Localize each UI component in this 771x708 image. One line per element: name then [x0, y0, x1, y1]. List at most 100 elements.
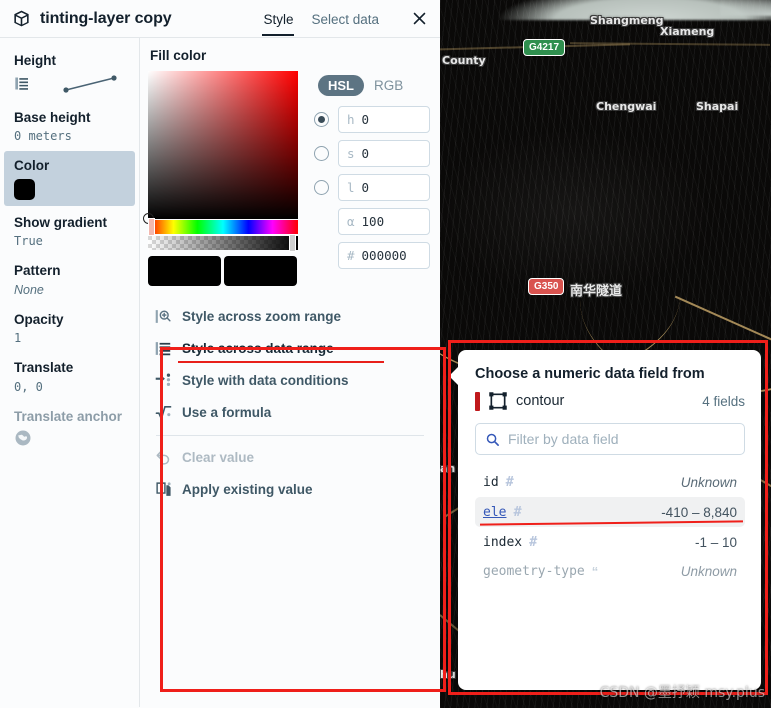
- lightness-input-key: l: [347, 180, 355, 195]
- sidebar-item-label: Translate: [14, 360, 74, 376]
- menu-item-clear-value: Clear value: [150, 441, 430, 473]
- alpha-slider[interactable]: [148, 234, 298, 252]
- sidebar-item-value: 0, 0: [14, 379, 43, 394]
- data-field-row-geometry-type[interactable]: geometry-type “ Unknown: [475, 557, 745, 586]
- alpha-slider-thumb[interactable]: [289, 234, 296, 252]
- color-swatch[interactable]: [14, 178, 35, 200]
- annotation-underline: [178, 361, 384, 363]
- map-snowcap-secondary: [720, 0, 771, 16]
- saturation-input-key: s: [347, 146, 355, 161]
- globe-icon[interactable]: [14, 429, 127, 452]
- saturation-input-value: 0: [361, 146, 370, 161]
- style-panel: tinting-layer copy Style Select data Hei…: [0, 0, 440, 708]
- radio-h[interactable]: [314, 112, 329, 127]
- sidebar-item-height[interactable]: Height: [0, 46, 139, 101]
- menu-item-label: Apply existing value: [182, 481, 313, 497]
- zoom-range-icon: [154, 307, 172, 325]
- numeric-type-icon: #: [529, 534, 538, 550]
- map-label: hu: [440, 668, 456, 681]
- formula-icon: [154, 403, 172, 421]
- color-picker: HSL RGB h 0 s 0 l 0 α 100 # 000000: [143, 71, 430, 286]
- watermark: CSDN @墨抒颖 msy.plus: [599, 685, 765, 701]
- hue-slider[interactable]: [148, 218, 298, 236]
- menu-item-style-across-data-range[interactable]: Style across data range: [150, 332, 430, 364]
- app-root: Shangmeng Xiameng County Chengwai Shapai 南华隧道…: [0, 0, 771, 708]
- numeric-type-icon: #: [513, 504, 522, 520]
- sidebar-item-translate[interactable]: Translate 0, 0: [0, 353, 139, 400]
- radio-s[interactable]: [314, 146, 329, 161]
- data-field-range: Unknown: [680, 474, 737, 490]
- map-label: Shangmeng: [590, 14, 664, 27]
- alpha-input[interactable]: α 100: [338, 208, 430, 235]
- menu-item-label: Style across data range: [182, 340, 334, 356]
- menu-item-style-across-zoom-range[interactable]: Style across zoom range: [150, 300, 430, 332]
- alpha-field-row: α 100: [314, 208, 430, 235]
- sidebar-item-label: Show gradient: [14, 214, 108, 230]
- sidebar-item-label: Base height: [14, 109, 91, 125]
- map-label: Shapai: [696, 100, 739, 113]
- sidebar-item-value: 0 meters: [14, 129, 72, 144]
- hue-slider-thumb[interactable]: [148, 218, 155, 236]
- sidebar-item-label: Translate anchor: [14, 408, 123, 424]
- source-field-count: 4 fields: [702, 393, 745, 409]
- tab-style[interactable]: Style: [262, 3, 295, 36]
- color-mode-rgb[interactable]: RGB: [374, 78, 403, 93]
- hex-input-key: #: [347, 248, 355, 263]
- property-sidebar: Height Base height 0 meters Color Show gradi…: [0, 38, 140, 707]
- data-field-range: -410 – 8,840: [661, 504, 737, 520]
- map-label: Chengwai: [596, 100, 657, 113]
- hsl-field-row-l: l 0: [314, 174, 430, 201]
- hex-field-row: # 000000: [314, 242, 430, 269]
- hue-input[interactable]: h 0: [338, 106, 430, 133]
- map-route-shield: G4217: [523, 39, 566, 56]
- string-type-icon: “: [591, 564, 599, 579]
- color-picker-left: [143, 71, 298, 286]
- annotation-underline: [479, 520, 744, 526]
- color-preview-previous[interactable]: [148, 256, 221, 286]
- popup-source-row: contour 4 fields: [475, 391, 745, 411]
- panel-content: Fill color HSL RGB h 0 s 0 l 0 α 100 # 0…: [140, 38, 440, 707]
- color-preview-current[interactable]: [224, 256, 297, 286]
- data-field-range: Unknown: [680, 564, 737, 579]
- data-field-search-placeholder: Filter by data field: [508, 431, 619, 447]
- sidebar-item-label: Height: [14, 53, 56, 68]
- radio-l[interactable]: [314, 180, 329, 195]
- cube-icon: [14, 10, 29, 27]
- map-route-shield: G350: [528, 278, 565, 295]
- popup-title: Choose a numeric data field from: [475, 366, 705, 382]
- sidebar-item-pattern[interactable]: Pattern None: [0, 256, 139, 303]
- data-field-name: geometry-type: [483, 564, 585, 579]
- hex-input[interactable]: # 000000: [338, 242, 430, 269]
- color-mode-hsl[interactable]: HSL: [318, 75, 364, 96]
- sidebar-item-label: Pattern: [14, 263, 61, 279]
- map-label: 南华隧道: [570, 284, 623, 299]
- sidebar-item-color[interactable]: Color: [4, 151, 135, 206]
- data-range-icon[interactable]: [14, 75, 30, 92]
- line-graph-icon[interactable]: [60, 73, 122, 95]
- data-field-search[interactable]: Filter by data field: [475, 423, 745, 455]
- sidebar-item-label: Opacity: [14, 311, 64, 327]
- close-icon[interactable]: [408, 8, 430, 30]
- sidebar-item-opacity[interactable]: Opacity 1: [0, 305, 139, 352]
- sidebar-item-base-height[interactable]: Base height 0 meters: [0, 103, 139, 150]
- sidebar-item-value: None: [14, 282, 44, 297]
- sidebar-item-value: True: [14, 234, 43, 249]
- menu-separator: [156, 435, 424, 436]
- map-label: an: [440, 462, 456, 475]
- saturation-value-area[interactable]: [143, 71, 298, 224]
- map-label: Xiameng: [660, 25, 715, 38]
- hsl-field-row-h: h 0: [314, 106, 430, 133]
- lightness-input[interactable]: l 0: [338, 174, 430, 201]
- menu-item-apply-existing-value[interactable]: Apply existing value: [150, 473, 430, 505]
- data-field-row-index[interactable]: index # -1 – 10: [475, 527, 745, 557]
- menu-item-label: Use a formula: [182, 404, 272, 420]
- data-field-row-ele[interactable]: ele # -410 – 8,840: [475, 497, 745, 527]
- menu-item-style-with-data-conditions[interactable]: Style with data conditions: [150, 364, 430, 396]
- sidebar-item-show-gradient[interactable]: Show gradient True: [0, 208, 139, 255]
- copy-icon: [154, 480, 172, 498]
- data-field-row-id[interactable]: id # Unknown: [475, 467, 745, 497]
- saturation-input[interactable]: s 0: [338, 140, 430, 167]
- menu-item-use-a-formula[interactable]: Use a formula: [150, 396, 430, 428]
- tab-select-data[interactable]: Select data: [310, 3, 380, 35]
- sidebar-item-translate-anchor[interactable]: Translate anchor: [0, 402, 139, 459]
